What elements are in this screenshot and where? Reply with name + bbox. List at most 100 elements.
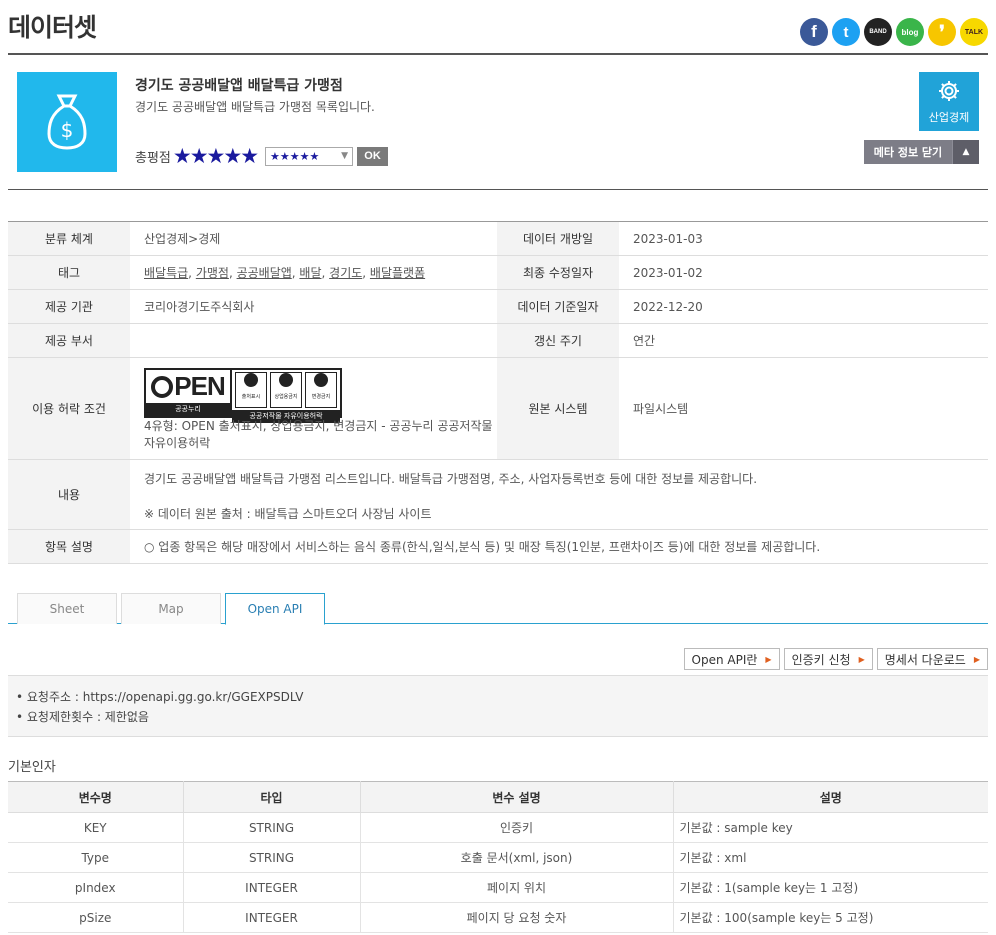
- license-text: 4유형: OPEN 출처표시, 상업용금지, 변경금지 - 공공누리 공공저작물…: [144, 419, 493, 450]
- param-note: 기본값 : 100(sample key는 5 고정): [673, 902, 988, 933]
- col-header: 설명: [673, 781, 988, 813]
- content-line: 경기도 공공배달앱 배달특급 가맹점 리스트입니다. 배달특급 가맹점명, 주소…: [144, 472, 758, 486]
- content-value: 경기도 공공배달앱 배달특급 가맹점 리스트입니다. 배달특급 가맹점명, 주소…: [130, 459, 988, 530]
- chevron-up-icon: ▲: [952, 140, 979, 164]
- open-date-label: 데이터 개방일: [497, 221, 619, 256]
- spec-download-button[interactable]: 명세서 다운로드 ▶: [876, 648, 988, 670]
- param-type: INTEGER: [183, 902, 361, 933]
- kakaostory-icon[interactable]: ❜: [928, 18, 956, 46]
- rating-label: 총평점: [135, 150, 171, 166]
- tag-link[interactable]: 경기도: [329, 266, 362, 280]
- rating-stars: ★★★★★: [172, 144, 259, 168]
- request-limit: • 요청제한횟수 : 제한없음: [16, 710, 149, 724]
- info-row: 제공 부서 갱신 주기 연간: [8, 323, 988, 358]
- tab-sheet[interactable]: Sheet: [17, 593, 117, 624]
- tag-link[interactable]: 배달: [299, 266, 321, 280]
- page-header: 데이터셋 f t BAND blog ❜ TALK: [8, 0, 988, 55]
- api-button-group: Open API란 ▶ 인증키 신청 ▶ 명세서 다운로드 ▶: [683, 648, 988, 670]
- view-tabs: Sheet Map Open API: [8, 593, 988, 625]
- tab-map[interactable]: Map: [121, 593, 221, 624]
- params-table: 변수명 타입 변수 설명 설명 KEY STRING 인증키 기본값 : sam…: [8, 781, 988, 933]
- rating-select[interactable]: ★★★★★ ▼: [265, 146, 354, 166]
- params-title: 기본인자: [8, 760, 56, 775]
- api-key-request-button[interactable]: 인증키 신청 ▶: [783, 648, 873, 670]
- meta-toggle-button[interactable]: 메타 정보 닫기 ▲: [864, 140, 979, 164]
- dataset-description: 경기도 공공배달앱 배달특급 가맹점 목록입니다.: [135, 100, 375, 114]
- category-label: 분류 체계: [8, 221, 130, 256]
- param-name: KEY: [8, 812, 184, 843]
- provider-value: 코리아경기도주식회사: [130, 289, 497, 324]
- tags-label: 태그: [8, 255, 130, 290]
- open-date-value: 2023-01-03: [619, 221, 988, 256]
- band-icon[interactable]: BAND: [864, 18, 892, 46]
- rating-select-value: ★★★★★: [270, 149, 320, 163]
- param-note: 기본값 : sample key: [673, 812, 988, 843]
- button-label: 명세서 다운로드: [884, 652, 966, 667]
- content-source-line: ※ 데이터 원본 출처 : 배달특급 스마트오더 사장님 사이트: [144, 507, 432, 521]
- items-value: ○ 업종 항목은 해당 매장에서 서비스하는 음식 종류(한식,일식,분식 등)…: [130, 529, 988, 564]
- param-type: STRING: [183, 842, 361, 873]
- svg-text:$: $: [61, 118, 74, 142]
- license-label: 이용 허락 조건: [8, 357, 130, 460]
- kakaotalk-icon[interactable]: TALK: [960, 18, 988, 46]
- request-url: • 요청주소 : https://openapi.gg.go.kr/GGEXPS…: [16, 690, 304, 704]
- license-value: PEN 공공누리 출처표시 상업용금지 변경금지 공공저작물 자유이용허락 4유…: [130, 357, 497, 460]
- param-name: pIndex: [8, 872, 184, 903]
- tag-link[interactable]: 배달특급: [144, 266, 188, 280]
- gear-icon: [939, 80, 959, 101]
- param-name: pSize: [8, 902, 184, 933]
- chevron-right-icon: ▶: [858, 654, 865, 664]
- provider-label: 제공 기관: [8, 289, 130, 324]
- info-row: 분류 체계 산업경제>경제 데이터 개방일 2023-01-03: [8, 221, 988, 256]
- table-row: pSize INTEGER 페이지 당 요청 숫자 기본값 : 100(samp…: [8, 902, 988, 933]
- info-row: 태그 배달특급, 가맹점, 공공배달앱, 배달, 경기도, 배달플랫폼 최종 수…: [8, 255, 988, 290]
- table-row: pIndex INTEGER 페이지 위치 기본값 : 1(sample key…: [8, 872, 988, 903]
- button-label: 인증키 신청: [791, 652, 851, 667]
- param-type: INTEGER: [183, 872, 361, 903]
- open-api-info-button[interactable]: Open API란 ▶: [683, 648, 780, 670]
- category-button[interactable]: 산업경제: [919, 72, 979, 131]
- info-row: 이용 허락 조건 PEN 공공누리 출처표시 상업용금지 변경금지 공공저작물 …: [8, 357, 988, 460]
- blog-icon[interactable]: blog: [896, 18, 924, 46]
- cycle-value: 연간: [619, 323, 988, 358]
- table-row: KEY STRING 인증키 기본값 : sample key: [8, 812, 988, 843]
- page-title: 데이터셋: [8, 13, 97, 42]
- rating-bar: 총평점 ★★★★★ ★★★★★ ▼ OK: [135, 144, 389, 168]
- tag-link[interactable]: 공공배달앱: [237, 266, 292, 280]
- tag-link[interactable]: 가맹점: [196, 266, 229, 280]
- page: 데이터셋 f t BAND blog ❜ TALK $ 경기도 공공배달앱 배달…: [0, 0, 996, 935]
- source-label: 원본 시스템: [497, 357, 619, 460]
- meta-toggle-label: 메타 정보 닫기: [864, 140, 952, 164]
- facebook-icon[interactable]: f: [800, 18, 828, 46]
- cycle-label: 갱신 주기: [497, 323, 619, 358]
- tag-link[interactable]: 배달플랫폼: [370, 266, 425, 280]
- col-header: 변수 설명: [360, 781, 674, 813]
- money-bag-icon: $: [17, 72, 117, 172]
- info-row: 항목 설명 ○ 업종 항목은 해당 매장에서 서비스하는 음식 종류(한식,일식…: [8, 529, 988, 564]
- items-label: 항목 설명: [8, 529, 130, 564]
- dataset-header: $ 경기도 공공배달앱 배달특급 가맹점 경기도 공공배달앱 배달특급 가맹점 …: [8, 55, 988, 190]
- dept-label: 제공 부서: [8, 323, 130, 358]
- kogl-license-logo: PEN 공공누리 출처표시 상업용금지 변경금지 공공저작물 자유이용허락: [144, 368, 342, 423]
- dataset-title: 경기도 공공배달앱 배달특급 가맹점: [135, 78, 343, 94]
- content-label: 내용: [8, 459, 130, 530]
- params-header-row: 변수명 타입 변수 설명 설명: [8, 781, 988, 813]
- col-header: 타입: [183, 781, 361, 813]
- param-desc: 인증키: [360, 812, 674, 843]
- tab-open-api[interactable]: Open API: [225, 593, 325, 625]
- twitter-icon[interactable]: t: [832, 18, 860, 46]
- param-desc: 페이지 위치: [360, 872, 674, 903]
- base-date-value: 2022-12-20: [619, 289, 988, 324]
- category-button-label: 산업경제: [928, 110, 970, 124]
- chevron-right-icon: ▶: [765, 654, 772, 664]
- info-row: 제공 기관 코리아경기도주식회사 데이터 기준일자 2022-12-20: [8, 289, 988, 324]
- category-value: 산업경제>경제: [130, 221, 497, 256]
- chevron-down-icon: ▼: [341, 151, 349, 161]
- share-bar: f t BAND blog ❜ TALK: [800, 18, 988, 46]
- rating-ok-button[interactable]: OK: [357, 146, 389, 166]
- col-header: 변수명: [8, 781, 184, 813]
- param-note: 기본값 : 1(sample key는 1 고정): [673, 872, 988, 903]
- param-desc: 페이지 당 요청 숫자: [360, 902, 674, 933]
- modified-label: 최종 수정일자: [497, 255, 619, 290]
- param-name: Type: [8, 842, 184, 873]
